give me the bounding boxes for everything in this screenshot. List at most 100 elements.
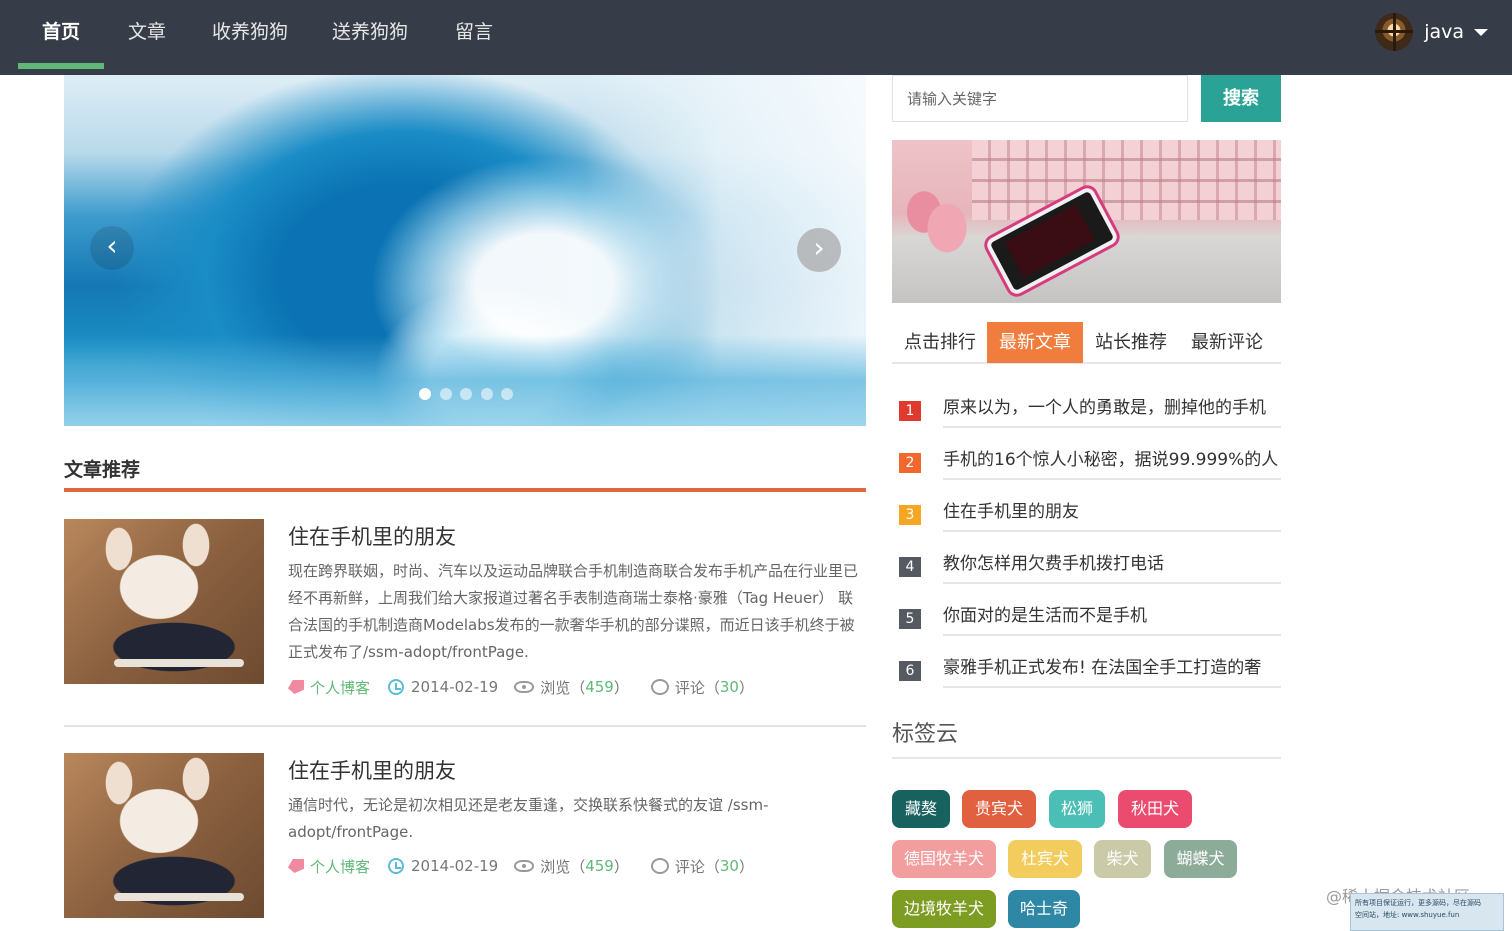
rank-title[interactable]: 教你怎样用欠费手机拨打电话 [943, 549, 1281, 584]
ranking-list-item[interactable]: 4 教你怎样用欠费手机拨打电话 [897, 549, 1281, 601]
article-title[interactable]: 住在手机里的朋友 [288, 755, 456, 785]
keyboard-image [972, 140, 1281, 220]
article-divider [64, 725, 866, 727]
article-title[interactable]: 住在手机里的朋友 [288, 521, 456, 551]
rank-title[interactable]: 你面对的是生活而不是手机 [943, 601, 1281, 636]
watermark-line: 空间站，地址: www.shuyue.fun [1355, 911, 1460, 919]
carousel-dot[interactable] [419, 388, 431, 400]
carousel-dot[interactable] [480, 388, 493, 400]
views-label: 浏览（ [540, 857, 586, 876]
section-divider [64, 488, 866, 492]
clock-icon [388, 858, 405, 874]
eye-icon [514, 860, 535, 872]
eye-icon [514, 681, 535, 693]
top-navbar: 首页 文章 收养狗狗 送养狗狗 留言 java [0, 0, 1512, 75]
article-card: 住在手机里的朋友 通信时代，无论是初次相见还是老友重逢，交换联系快餐式的友谊 /… [64, 753, 866, 918]
chevron-down-icon[interactable] [1474, 28, 1488, 36]
search-button[interactable]: 搜索 [1201, 75, 1281, 122]
article-meta: 个人博客 2014-02-19 浏览（ 459 ） 评论（ 30 ） [288, 855, 754, 877]
rank-title[interactable]: 原来以为，一个人的勇敢是，删掉他的手机 [943, 393, 1281, 428]
tag-chip[interactable]: 秋田犬 [1118, 790, 1192, 828]
watermark-line: 所有项目保证运行，更多源码，尽在源码 [1355, 899, 1481, 907]
avatar[interactable] [1375, 13, 1414, 51]
tag-chip[interactable]: 藏獒 [892, 790, 950, 828]
tab-admin-recommend[interactable]: 站长推荐 [1083, 322, 1179, 363]
user-name[interactable]: java [1424, 21, 1464, 43]
tag-chip[interactable]: 柴犬 [1094, 840, 1151, 878]
ranking-list-item[interactable]: 5 你面对的是生活而不是手机 [897, 601, 1281, 653]
ad-banner-image[interactable] [892, 140, 1281, 303]
tab-latest-articles[interactable]: 最新文章 [987, 322, 1083, 363]
ranking-list-item[interactable]: 3 住在手机里的朋友 [897, 497, 1281, 549]
views-close: ） [613, 678, 629, 697]
tag-chip[interactable]: 边境牧羊犬 [892, 890, 996, 928]
tag-chip[interactable]: 松狮 [1049, 790, 1105, 828]
views-label: 浏览（ [540, 678, 586, 697]
rank-badge: 3 [899, 505, 921, 525]
carousel-dot[interactable] [501, 388, 513, 400]
rank-title[interactable]: 住在手机里的朋友 [943, 497, 1281, 532]
tag-chip[interactable]: 德国牧羊犬 [892, 840, 996, 878]
comment-icon [650, 858, 669, 874]
image-carousel: ‹ › [64, 75, 866, 426]
nav-item-articles[interactable]: 文章 [118, 0, 176, 69]
carousel-dot[interactable] [460, 388, 472, 400]
comments-count: 30 [719, 857, 739, 875]
article-thumbnail[interactable] [64, 519, 264, 684]
article-meta: 个人博客 2014-02-19 浏览（ 459 ） 评论（ 30 ） [288, 676, 754, 698]
rank-badge: 5 [899, 609, 921, 629]
tag-icon [288, 680, 304, 694]
views-count: 459 [585, 857, 614, 875]
article-category-link[interactable]: 个人博客 [310, 677, 370, 698]
nav-item-home[interactable]: 首页 [18, 0, 104, 69]
comment-icon [650, 679, 669, 695]
comments-label: 评论（ [674, 857, 720, 876]
comments-count: 30 [719, 678, 739, 696]
comments-label: 评论（ [674, 678, 720, 697]
tag-chip[interactable]: 杜宾犬 [1008, 840, 1082, 878]
tag-chip[interactable]: 哈士奇 [1008, 890, 1080, 928]
ranking-list-item[interactable]: 1 原来以为，一个人的勇敢是，删掉他的手机 [897, 393, 1281, 445]
comments-close: ） [738, 857, 754, 876]
article-description: 通信时代，无论是初次相见还是老友重逢，交换联系快餐式的友谊 /ssm-adopt… [288, 796, 769, 841]
article-thumbnail[interactable] [64, 753, 264, 918]
carousel-prev-button[interactable]: ‹ [90, 226, 134, 270]
article-date: 2014-02-19 [411, 678, 499, 696]
tag-cloud-divider [892, 757, 1281, 759]
carousel-dot[interactable] [439, 388, 452, 400]
rank-title[interactable]: 手机的16个惊人小秘密，据说99.999%的人 [943, 445, 1281, 480]
tag-icon [288, 859, 304, 873]
tag-cloud-title: 标签云 [892, 722, 959, 747]
rank-badge: 1 [899, 401, 921, 421]
ranking-list-item[interactable]: 2 手机的16个惊人小秘密，据说99.999%的人 [897, 445, 1281, 497]
article-date: 2014-02-19 [411, 857, 499, 875]
slide-image-sea [64, 335, 866, 426]
ranking-list-item[interactable]: 6 豪雅手机正式发布! 在法国全手工打造的奢 [897, 653, 1281, 705]
watermark-box: 所有项目保证运行，更多源码，尽在源码 空间站，地址: www.shuyue.fu… [1350, 893, 1504, 931]
nav-item-rehome-dog[interactable]: 送养狗狗 [324, 0, 416, 69]
search-input[interactable] [892, 75, 1188, 122]
clock-icon [388, 679, 405, 695]
article-card: 住在手机里的朋友 现在跨界联姻，时尚、汽车以及运动品牌联合手机制造商联合发布手机… [64, 519, 866, 704]
rank-badge: 4 [899, 557, 921, 577]
rank-badge: 2 [899, 453, 921, 473]
article-category-link[interactable]: 个人博客 [310, 856, 370, 877]
nav-item-adopt-dog[interactable]: 收养狗狗 [204, 0, 296, 69]
carousel-indicators [419, 388, 522, 402]
tag-chip[interactable]: 贵宾犬 [962, 790, 1036, 828]
views-close: ） [613, 857, 629, 876]
sidebar-tabs: 点击排行 最新文章 站长推荐 最新评论 [892, 322, 1281, 364]
comments-close: ） [738, 678, 754, 697]
nav-item-messages[interactable]: 留言 [445, 0, 503, 69]
views-count: 459 [585, 678, 614, 696]
carousel-next-button[interactable]: › [797, 228, 841, 272]
nav-active-indicator [18, 63, 104, 69]
article-description: 现在跨界联姻，时尚、汽车以及运动品牌联合手机制造商联合发布手机产品在行业里已经不… [288, 562, 859, 661]
tab-click-ranking[interactable]: 点击排行 [892, 322, 988, 363]
tab-latest-comments[interactable]: 最新评论 [1179, 322, 1275, 363]
section-title-recommend: 文章推荐 [64, 459, 141, 481]
user-menu[interactable]: java [1375, 12, 1488, 52]
rank-title[interactable]: 豪雅手机正式发布! 在法国全手工打造的奢 [943, 653, 1281, 688]
rank-badge: 6 [899, 661, 921, 681]
tag-chip[interactable]: 蝴蝶犬 [1164, 840, 1237, 878]
